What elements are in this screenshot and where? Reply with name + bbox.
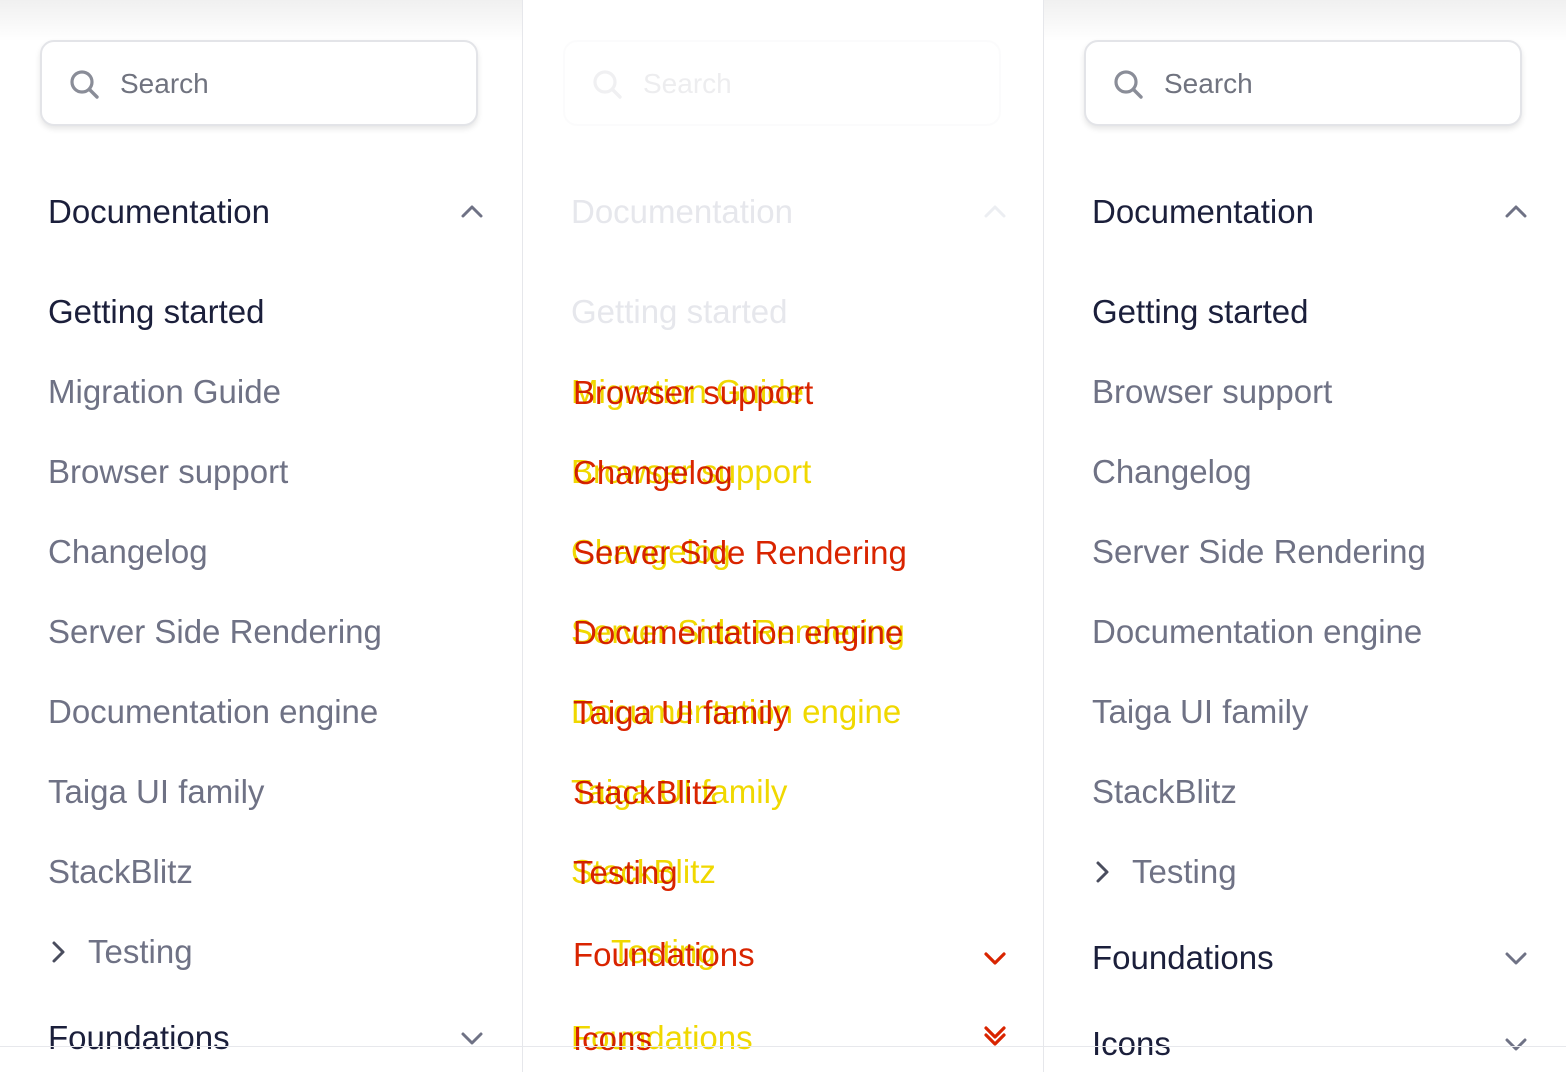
diff-text-after: Icons (573, 1020, 652, 1057)
section-label: Documentation (48, 193, 270, 230)
diff-text-after: Changelog (573, 454, 733, 491)
chevron-down-icon (984, 952, 1006, 965)
top-shadow (1044, 0, 1566, 42)
section-documentation[interactable]: Documentation (48, 192, 270, 232)
chevron-down-icon[interactable] (1502, 944, 1530, 972)
sidebar-panel-right: Search Documentation Getting started Bro… (1044, 0, 1566, 1072)
section-icons[interactable]: Icons (1092, 1024, 1171, 1064)
divider (0, 1046, 522, 1047)
sidebar-panel-left: Search Documentation Getting started Mig… (0, 0, 522, 1072)
chevron-down-icon[interactable] (458, 1024, 486, 1052)
nav-item-documentation-engine[interactable]: Documentation engine (1092, 612, 1422, 652)
divider (523, 1046, 1043, 1047)
search-input[interactable]: Search (40, 40, 478, 126)
nav-item-browser-support[interactable]: Browser support (48, 452, 288, 492)
nav-item-browser-support[interactable]: Browser support (1092, 372, 1332, 412)
chevron-up-icon (984, 205, 1006, 218)
nav-item-getting-started: Getting started (571, 293, 788, 330)
diff-text-after: Server Side Rendering (573, 534, 907, 571)
search-input[interactable]: Search (1084, 40, 1522, 126)
chevron-right-icon[interactable] (1088, 858, 1116, 886)
nav-item-changelog[interactable]: Changelog (1092, 452, 1252, 492)
nav-item-taiga-ui-family[interactable]: Taiga UI family (1092, 692, 1308, 732)
diff-panel: Search Documentation Getting started Mig… (522, 0, 1044, 1072)
divider (1044, 1046, 1566, 1047)
chevron-right-icon[interactable] (44, 938, 72, 966)
section-documentation[interactable]: Documentation (1092, 192, 1314, 232)
nav-group-testing[interactable]: Testing (88, 932, 193, 972)
nav-item-stackblitz[interactable]: StackBlitz (1092, 772, 1237, 812)
chevron-up-icon[interactable] (1502, 198, 1530, 226)
section-foundations[interactable]: Foundations (1092, 938, 1274, 978)
search-placeholder: Search (120, 68, 209, 99)
chevron-down-icon[interactable] (1502, 1030, 1530, 1058)
search-icon (1114, 70, 1143, 99)
nav-item-stackblitz[interactable]: StackBlitz (48, 852, 193, 892)
diff-text-after: Documentation engine (573, 614, 904, 651)
nav-item-server-side-rendering[interactable]: Server Side Rendering (1092, 532, 1426, 572)
search-placeholder: Search (643, 68, 732, 99)
nav-item-migration-guide[interactable]: Migration Guide (48, 372, 281, 412)
diff-text-after: Taiga UI family (573, 694, 790, 731)
diff-text-after: Testing (573, 854, 678, 891)
search-icon (593, 70, 622, 99)
chevron-up-icon[interactable] (458, 198, 486, 226)
diff-text-after: Browser support (573, 374, 814, 411)
search-input: Search (563, 40, 1001, 126)
search-icon (70, 70, 99, 99)
nav-group-testing[interactable]: Testing (1132, 852, 1237, 892)
nav-item-documentation-engine[interactable]: Documentation engine (48, 692, 378, 732)
section-documentation: Documentation (571, 193, 793, 230)
search-placeholder: Search (1164, 68, 1253, 99)
diff-text-after: StackBlitz (573, 774, 718, 811)
nav-item-getting-started[interactable]: Getting started (1092, 292, 1308, 332)
nav-item-taiga-ui-family[interactable]: Taiga UI family (48, 772, 264, 812)
nav-item-getting-started[interactable]: Getting started (48, 292, 264, 332)
section-foundations[interactable]: Foundations (48, 1018, 230, 1058)
nav-item-server-side-rendering[interactable]: Server Side Rendering (48, 612, 382, 652)
diff-text-after: Foundations (573, 936, 755, 973)
top-shadow (0, 0, 522, 42)
nav-item-changelog[interactable]: Changelog (48, 532, 208, 572)
